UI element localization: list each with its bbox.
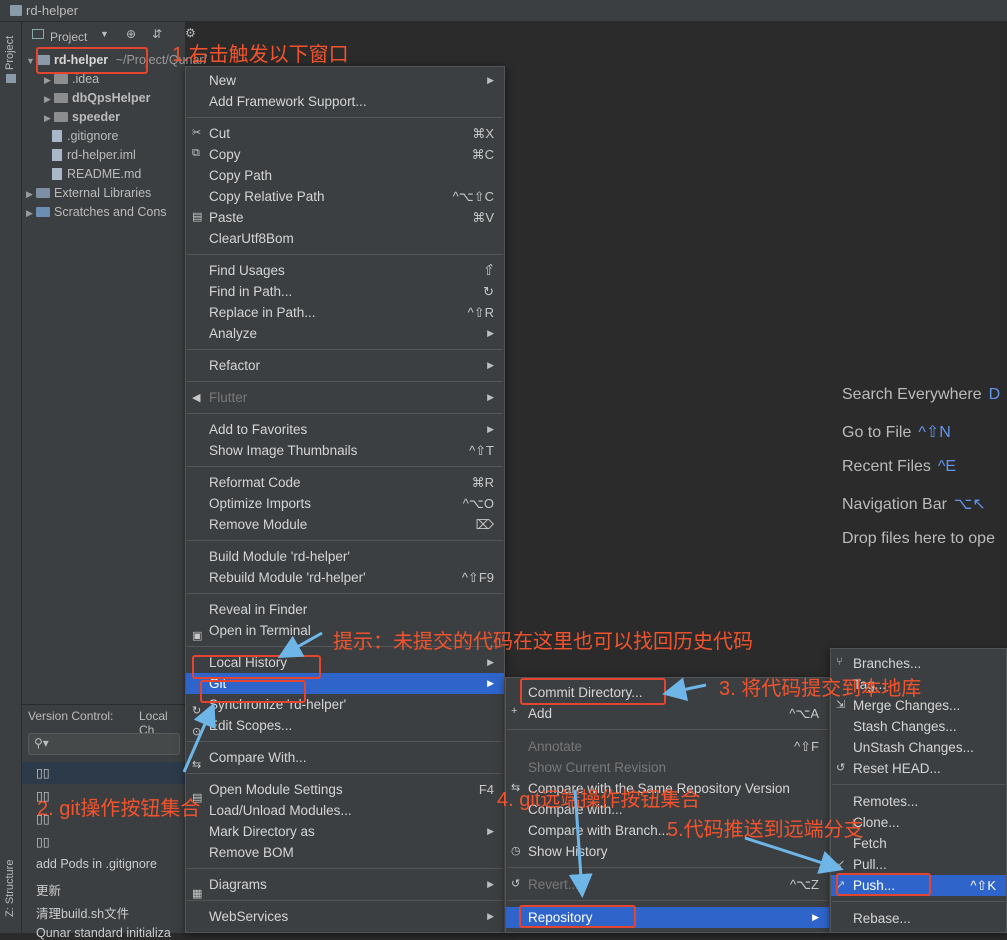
arrow-step3 — [662, 677, 707, 702]
arrow-step2 — [182, 702, 216, 773]
arrow-step4 — [568, 789, 593, 898]
annotation-arrows — [182, 631, 844, 898]
arrow-step5 — [744, 836, 844, 874]
arrow-tip — [277, 631, 323, 658]
